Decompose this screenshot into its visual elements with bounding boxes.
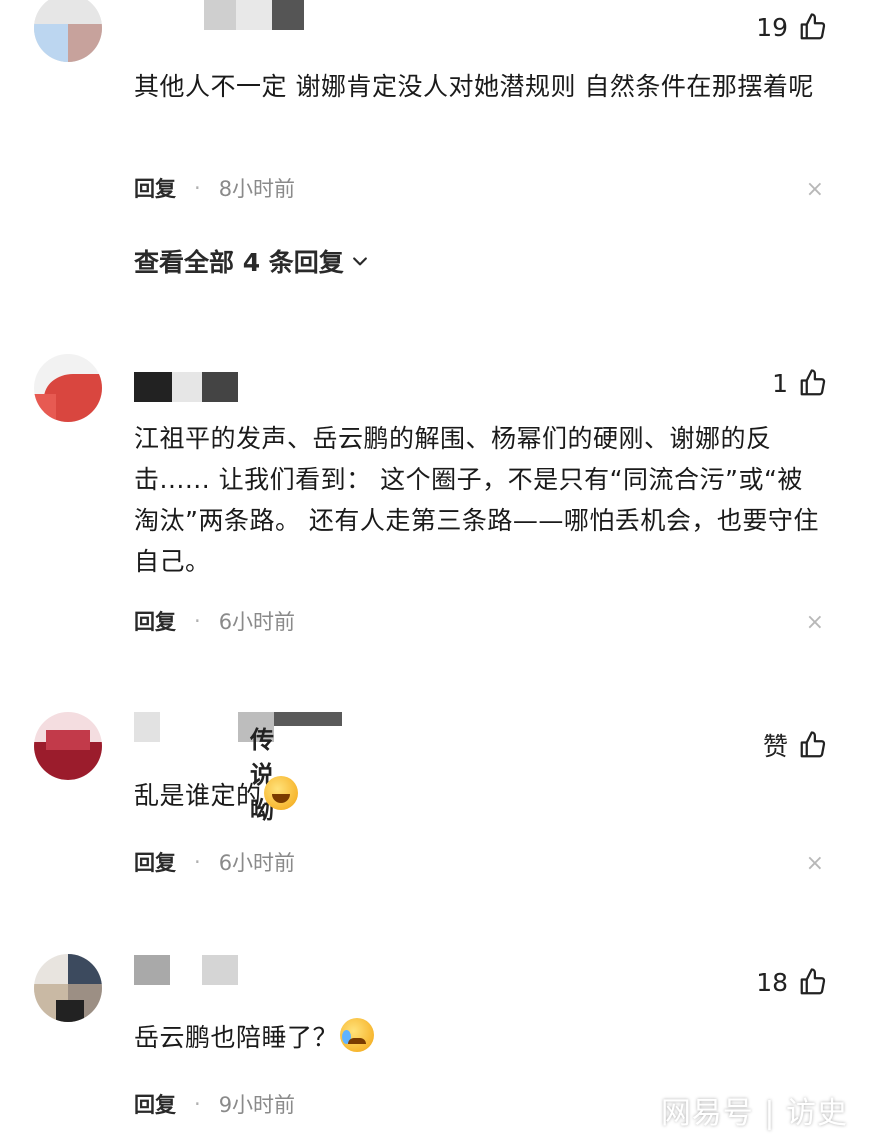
close-icon[interactable]: × [806, 851, 824, 876]
comment-text-content: 乱是谁定的 [134, 781, 262, 810]
laughing-crying-emoji-icon [263, 776, 298, 810]
separator-dot: · [194, 850, 201, 874]
chevron-down-icon [352, 257, 367, 266]
thumbs-up-icon [800, 13, 826, 40]
like-button[interactable]: 19 [756, 12, 828, 42]
comment-text-content: 岳云鹏也陪睡了？ [134, 1023, 339, 1052]
like-count: 1 [772, 368, 788, 398]
comment-text: 乱是谁定的 [134, 775, 824, 816]
thumbs-up-icon [800, 731, 826, 758]
like-button[interactable]: 1 [772, 368, 828, 398]
comment-meta: 回复 · 6小时前 [134, 847, 295, 877]
timestamp: 6小时前 [218, 610, 296, 634]
reply-button[interactable]: 回复 [134, 1089, 176, 1119]
reply-button[interactable]: 回复 [134, 606, 176, 636]
watermark: 网易号 | 访史 [660, 1096, 848, 1131]
separator-dot: · [194, 609, 201, 633]
separator-dot: · [194, 176, 201, 200]
timestamp: 8小时前 [218, 177, 296, 201]
comment-text: 其他人不一定 谢娜肯定没人对她潜规则 自然条件在那摆着呢 [134, 72, 814, 101]
comment-text: 江祖平的发声、岳云鹏的解围、杨幂们的硬刚、谢娜的反击...... 让我们看到： … [134, 424, 819, 576]
view-all-label: 查看全部 4 条回复 [134, 248, 344, 277]
avatar[interactable] [34, 954, 102, 1022]
like-button[interactable]: 18 [756, 967, 828, 997]
like-count: 19 [756, 12, 788, 42]
close-icon[interactable]: × [806, 177, 824, 202]
avatar[interactable] [34, 0, 102, 62]
comment-meta: 回复 · 8小时前 [134, 173, 295, 203]
timestamp: 6小时前 [218, 851, 296, 875]
comment-meta: 回复 · 9小时前 [134, 1089, 295, 1119]
view-all-replies-button[interactable]: 查看全部 4 条回复 [134, 243, 370, 279]
like-label: 赞 [762, 732, 788, 761]
close-icon[interactable]: × [806, 610, 824, 635]
thumbs-up-icon [800, 968, 826, 995]
comment-meta: 回复 · 6小时前 [134, 606, 295, 636]
crying-emoji-icon [340, 1018, 375, 1052]
reply-button[interactable]: 回复 [134, 173, 176, 203]
avatar[interactable] [34, 354, 102, 422]
avatar[interactable] [34, 712, 102, 780]
separator-dot: · [194, 1092, 201, 1116]
like-button[interactable]: 赞 [763, 727, 828, 763]
comment-text: 岳云鹏也陪睡了？ [134, 1017, 824, 1058]
thumbs-up-icon [800, 369, 826, 396]
reply-button[interactable]: 回复 [134, 847, 176, 877]
timestamp: 9小时前 [218, 1093, 296, 1117]
like-count: 18 [756, 967, 788, 997]
